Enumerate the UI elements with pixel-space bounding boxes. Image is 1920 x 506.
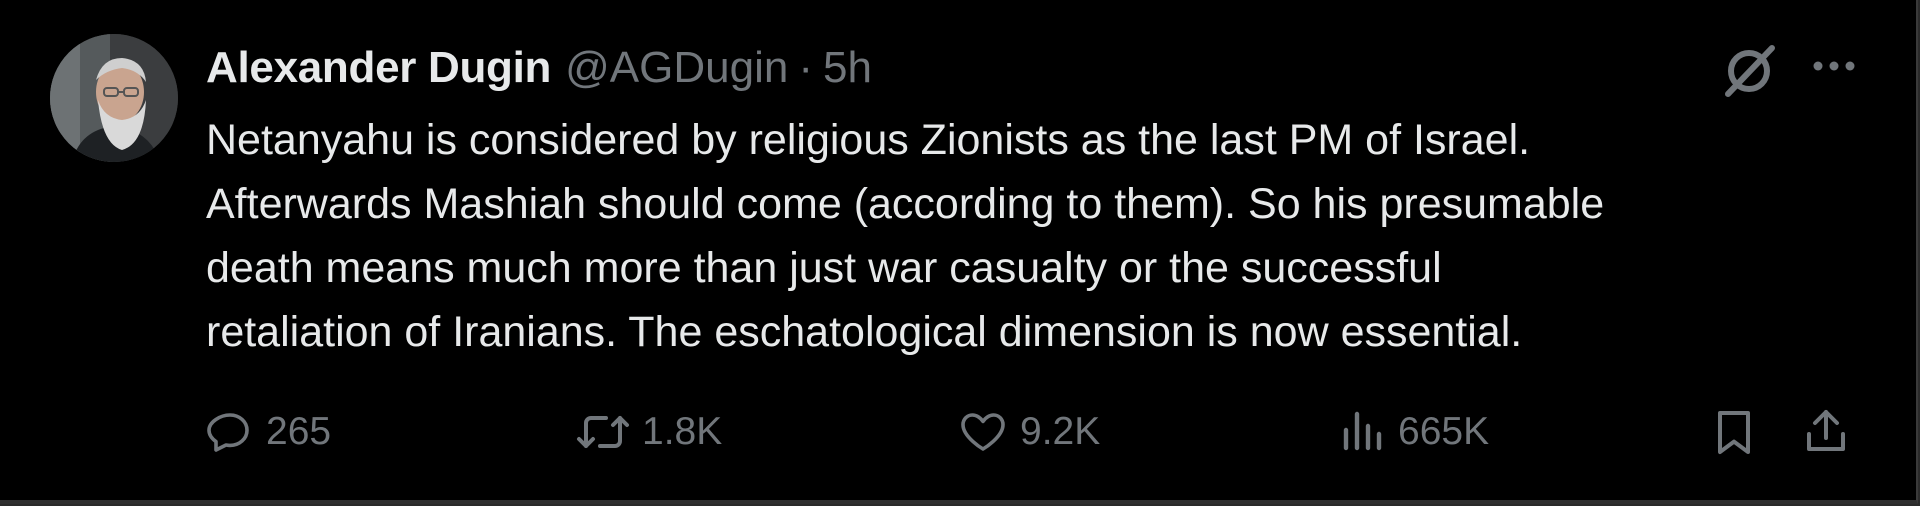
tweet-text: Netanyahu is considered by religious Zio… <box>206 108 1846 364</box>
bookmark-button[interactable] <box>1710 402 1758 462</box>
repost-count: 1.8K <box>642 410 723 453</box>
share-button[interactable] <box>1802 402 1850 462</box>
reply-icon <box>207 413 249 452</box>
tweet-text-line: death means much more than just war casu… <box>206 244 1442 292</box>
tweet-header: Alexander Dugin @AGDugin · 5h <box>206 40 872 96</box>
avatar-image <box>50 34 178 162</box>
like-icon <box>961 413 1005 451</box>
share-icon <box>1807 410 1845 451</box>
avatar[interactable] <box>50 34 178 162</box>
views-icon <box>1343 411 1382 451</box>
views-button[interactable]: 665K <box>1338 402 1489 462</box>
views-count: 665K <box>1398 410 1490 453</box>
repost-icon <box>577 416 629 448</box>
tweet-text-line: Afterwards Mashiah should come (accordin… <box>206 180 1605 228</box>
reply-count: 265 <box>266 410 332 453</box>
tweet-card[interactable]: Alexander Dugin @AGDugin · 5h Netanyahu … <box>0 0 1918 504</box>
timestamp[interactable]: 5h <box>823 43 872 93</box>
tweet-text-line: Netanyahu is considered by religious Zio… <box>206 116 1531 164</box>
repost-button[interactable]: 1.8K <box>576 402 722 462</box>
author-handle[interactable]: @AGDugin <box>565 43 788 93</box>
more-options-icon[interactable] <box>1806 48 1862 84</box>
separator-dot: · <box>798 43 813 92</box>
author-name[interactable]: Alexander Dugin <box>206 43 551 93</box>
tweet-text-line: retaliation of Iranians. The eschatologi… <box>206 308 1523 356</box>
grok-icon[interactable] <box>1716 38 1782 104</box>
like-button[interactable]: 9.2K <box>958 402 1100 462</box>
action-bar: 265 1.8K 9.2K 665K <box>206 402 1866 462</box>
reply-button[interactable]: 265 <box>206 402 331 462</box>
like-count: 9.2K <box>1020 410 1101 453</box>
bookmark-icon <box>1718 411 1750 454</box>
